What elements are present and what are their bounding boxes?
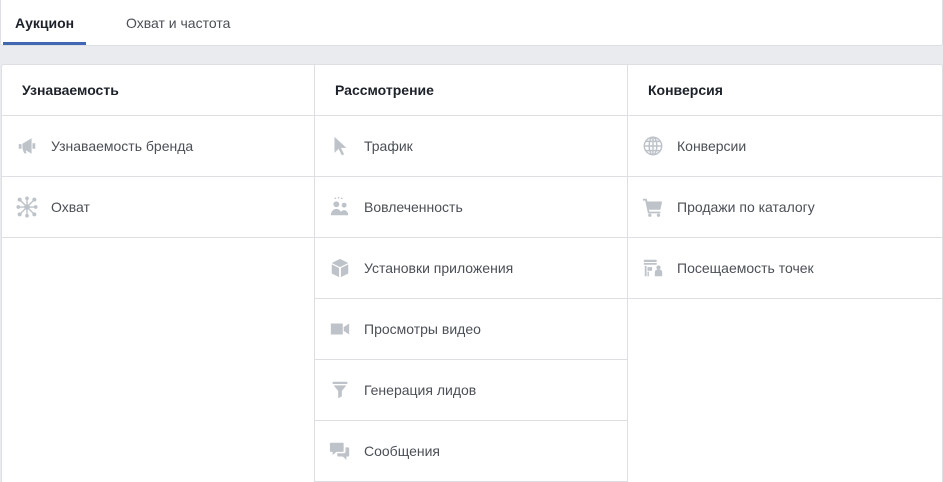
tab-reach-frequency[interactable]: Охват и частота xyxy=(86,0,230,45)
objective-label: Продажи по каталогу xyxy=(677,199,815,215)
column-header-conversion: Конверсия xyxy=(628,65,942,116)
tab-reach-frequency-label: Охват и частота xyxy=(126,14,231,31)
tab-bar: Аукцион Охват и частота xyxy=(0,0,943,46)
objective-app-installs[interactable]: Установки приложения xyxy=(315,238,627,299)
column-header-awareness: Узнаваемость xyxy=(2,65,314,116)
column-conversion: Конверсия Конверсии Продажи по каталогу xyxy=(628,65,942,482)
objective-label: Просмотры видео xyxy=(364,321,481,337)
objective-label: Охват xyxy=(51,199,90,215)
funnel-icon xyxy=(328,378,352,402)
objective-store-visits[interactable]: Посещаемость точек xyxy=(628,238,942,299)
cube-icon xyxy=(328,256,352,280)
cart-icon xyxy=(641,195,665,219)
objective-catalog-sales[interactable]: Продажи по каталогу xyxy=(628,177,942,238)
objective-brand-awareness[interactable]: Узнаваемость бренда xyxy=(2,116,314,177)
chat-bubbles-icon xyxy=(328,439,352,463)
people-icon xyxy=(328,195,352,219)
tab-auction[interactable]: Аукцион xyxy=(3,0,86,45)
column-consideration: Рассмотрение Трафик Вовлеченность Устано… xyxy=(315,65,628,482)
store-icon xyxy=(641,256,665,280)
objective-label: Генерация лидов xyxy=(364,382,477,398)
objective-lead-generation[interactable]: Генерация лидов xyxy=(315,360,627,421)
objective-messages[interactable]: Сообщения xyxy=(315,421,627,482)
objective-reach[interactable]: Охват xyxy=(2,177,314,238)
objective-label: Вовлеченность xyxy=(364,199,463,215)
reach-icon xyxy=(15,195,39,219)
video-camera-icon xyxy=(328,317,352,341)
objective-label: Узнаваемость бренда xyxy=(51,138,194,154)
objective-label: Сообщения xyxy=(364,443,440,459)
tab-auction-label: Аукцион xyxy=(15,14,75,31)
objective-label: Трафик xyxy=(364,138,413,154)
objective-label: Посещаемость точек xyxy=(677,260,814,276)
globe-icon xyxy=(641,134,665,158)
column-awareness: Узнаваемость Узнаваемость бренда Охват xyxy=(2,65,315,482)
cursor-icon xyxy=(328,134,352,158)
objectives-panel: Узнаваемость Узнаваемость бренда Охват Р… xyxy=(1,64,943,482)
column-header-consideration: Рассмотрение xyxy=(315,65,627,116)
objective-label: Конверсии xyxy=(677,138,747,154)
objective-label: Установки приложения xyxy=(364,260,514,276)
objective-traffic[interactable]: Трафик xyxy=(315,116,627,177)
objective-video-views[interactable]: Просмотры видео xyxy=(315,299,627,360)
megaphone-icon xyxy=(15,134,39,158)
objective-conversions[interactable]: Конверсии xyxy=(628,116,942,177)
objective-engagement[interactable]: Вовлеченность xyxy=(315,177,627,238)
